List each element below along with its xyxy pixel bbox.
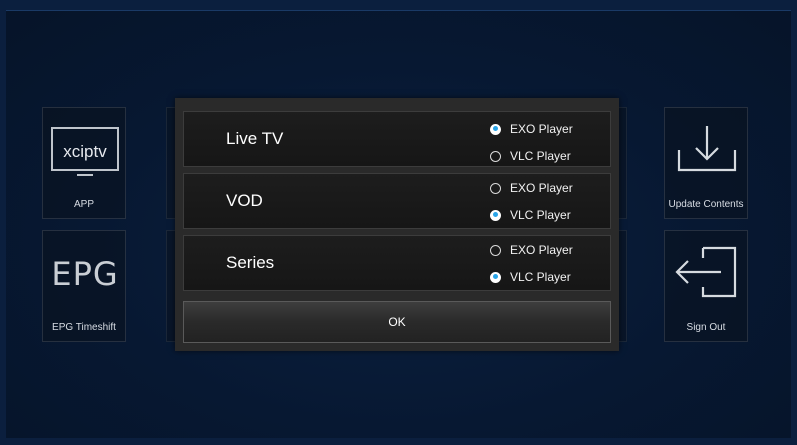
app-tile[interactable]: xciptv APP — [42, 107, 126, 219]
series-row: Series EXO Player VLC Player — [183, 235, 611, 291]
epg-icon: EPG — [51, 255, 118, 293]
epg-timeshift-tile[interactable]: EPG EPG Timeshift — [42, 230, 126, 342]
vod-row: VOD EXO Player VLC Player — [183, 173, 611, 229]
radio-unselected-icon[interactable] — [490, 150, 501, 162]
radio-selected-icon[interactable] — [490, 209, 501, 221]
vod-title: VOD — [226, 191, 263, 210]
epg-timeshift-label: EPG Timeshift — [52, 322, 116, 333]
vod-exo-option[interactable]: EXO Player — [490, 180, 573, 196]
option-label: EXO Player — [510, 181, 573, 195]
series-exo-option[interactable]: EXO Player — [490, 242, 573, 258]
option-label: EXO Player — [510, 122, 573, 136]
live-tv-title: Live TV — [226, 129, 284, 148]
live-tv-vlc-option[interactable]: VLC Player — [490, 148, 571, 164]
series-title: Series — [226, 253, 275, 272]
app-logo-text: xciptv — [63, 142, 107, 161]
option-label: VLC Player — [510, 149, 571, 163]
sign-out-tile[interactable]: Sign Out — [664, 230, 748, 342]
sign-out-icon — [675, 246, 737, 298]
live-tv-exo-option[interactable]: EXO Player — [490, 121, 573, 137]
app-label: APP — [73, 199, 94, 210]
player-select-dialog: Live TV EXO Player VLC Player VOD EXO Pl… — [175, 98, 619, 351]
epg-logo-text: EPG — [51, 255, 118, 293]
radio-unselected-icon[interactable] — [490, 244, 501, 256]
sign-out-label: Sign Out — [686, 322, 726, 333]
series-vlc-option[interactable]: VLC Player — [490, 269, 571, 285]
tv-icon: xciptv — [51, 127, 119, 176]
update-contents-tile[interactable]: Update Contents — [664, 107, 748, 219]
ok-button[interactable]: OK — [183, 301, 611, 343]
option-label: EXO Player — [510, 243, 573, 257]
option-label: VLC Player — [510, 208, 571, 222]
vod-vlc-option[interactable]: VLC Player — [490, 207, 571, 223]
update-contents-label: Update Contents — [668, 199, 744, 210]
download-icon — [677, 126, 737, 172]
radio-unselected-icon[interactable] — [490, 182, 501, 194]
live-tv-row: Live TV EXO Player VLC Player — [183, 111, 611, 167]
radio-selected-icon[interactable] — [490, 123, 501, 135]
radio-selected-icon[interactable] — [490, 271, 501, 283]
option-label: VLC Player — [510, 270, 571, 284]
